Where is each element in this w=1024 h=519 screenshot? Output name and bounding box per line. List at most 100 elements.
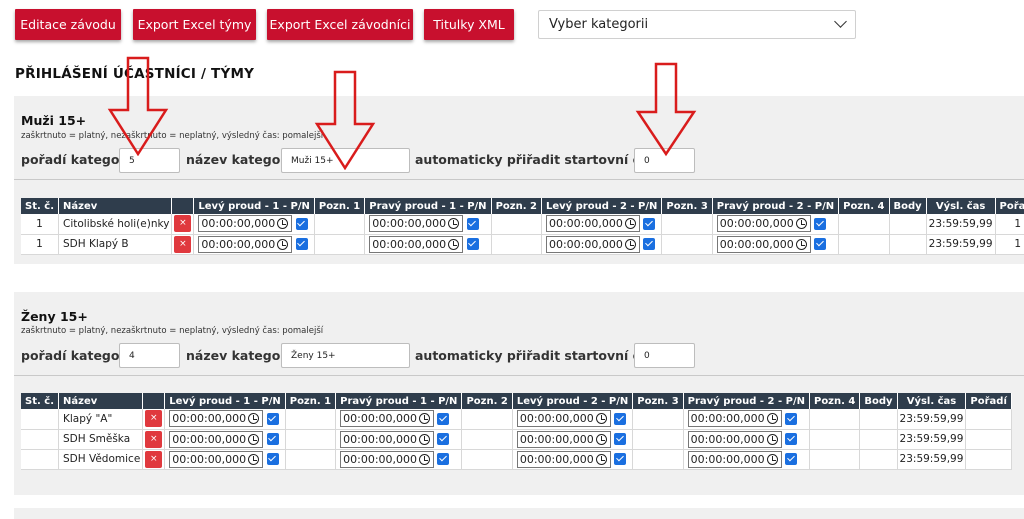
time-input[interactable]: 00:00:00,000 bbox=[687, 430, 782, 448]
clock-icon[interactable] bbox=[766, 413, 778, 425]
valid-checkbox[interactable] bbox=[614, 412, 627, 425]
clock-icon[interactable] bbox=[766, 453, 778, 465]
time-input[interactable]: 00:00:00,000 bbox=[198, 235, 293, 253]
time-input[interactable]: 00:00:00,000 bbox=[516, 410, 611, 428]
remove-button[interactable]: × bbox=[174, 235, 192, 253]
time-input[interactable]: 00:00:00,000 bbox=[545, 215, 640, 233]
col-header: Pozn. 1 bbox=[285, 393, 337, 409]
time-input[interactable]: 00:00:00,000 bbox=[516, 430, 611, 448]
clock-icon[interactable] bbox=[595, 433, 607, 445]
clock-icon[interactable] bbox=[248, 433, 260, 445]
valid-checkbox[interactable] bbox=[785, 412, 798, 425]
clock-icon[interactable] bbox=[448, 238, 460, 250]
time-value: 00:00:00,000 bbox=[519, 452, 594, 466]
time-input[interactable]: 00:00:00,000 bbox=[516, 450, 611, 468]
category-title: Muži 15+ bbox=[21, 113, 87, 128]
clock-icon[interactable] bbox=[624, 238, 636, 250]
rank bbox=[965, 449, 1012, 470]
valid-checkbox[interactable] bbox=[643, 217, 656, 230]
valid-checkbox[interactable] bbox=[437, 412, 450, 425]
clock-icon[interactable] bbox=[766, 433, 778, 445]
clock-icon[interactable] bbox=[624, 218, 636, 230]
toolbar: Editace závodu Export Excel týmy Export … bbox=[15, 9, 1015, 40]
category-panel bbox=[14, 508, 1024, 519]
clock-icon[interactable] bbox=[277, 238, 289, 250]
col-header: Pravý proud - 2 - P/N bbox=[712, 198, 840, 214]
time-input[interactable]: 00:00:00,000 bbox=[340, 410, 435, 428]
note-cell bbox=[314, 234, 366, 255]
clock-icon[interactable] bbox=[248, 413, 260, 425]
col-header: Název bbox=[58, 393, 144, 409]
time-input[interactable]: 00:00:00,000 bbox=[340, 450, 435, 468]
time-value: 00:00:00,000 bbox=[372, 237, 447, 251]
time-input[interactable]: 00:00:00,000 bbox=[169, 410, 264, 428]
time-input[interactable]: 00:00:00,000 bbox=[169, 430, 264, 448]
valid-checkbox[interactable] bbox=[266, 412, 279, 425]
result-time: 23:59:59,99 bbox=[926, 214, 996, 235]
time-input[interactable]: 00:00:00,000 bbox=[369, 215, 464, 233]
valid-checkbox[interactable] bbox=[814, 238, 827, 250]
col-header: Levý proud - 2 - P/N bbox=[541, 198, 663, 214]
order-input[interactable]: 4 bbox=[119, 343, 180, 368]
clock-icon[interactable] bbox=[795, 238, 807, 250]
time-input[interactable]: 00:00:00,000 bbox=[716, 215, 811, 233]
category-title: Ženy 15+ bbox=[21, 309, 88, 324]
remove-button[interactable]: × bbox=[145, 430, 163, 448]
time-input[interactable]: 00:00:00,000 bbox=[716, 235, 811, 253]
valid-checkbox[interactable] bbox=[614, 433, 627, 445]
valid-checkbox[interactable] bbox=[785, 433, 798, 445]
clock-icon[interactable] bbox=[595, 413, 607, 425]
export-excel-teams-button[interactable]: Export Excel týmy bbox=[133, 9, 256, 40]
time-input[interactable]: 00:00:00,000 bbox=[340, 430, 435, 448]
valid-checkbox[interactable] bbox=[295, 217, 308, 230]
category-name-input[interactable]: Ženy 15+ bbox=[281, 343, 410, 368]
export-excel-competitors-button[interactable]: Export Excel závodníci bbox=[267, 9, 413, 40]
start-number: 1 bbox=[21, 214, 59, 235]
clock-icon[interactable] bbox=[795, 218, 807, 230]
rank: 1 bbox=[995, 234, 1024, 255]
col-header: Pořadí bbox=[965, 393, 1012, 409]
col-header bbox=[142, 393, 166, 409]
time-input[interactable]: 00:00:00,000 bbox=[369, 235, 464, 253]
time-input[interactable]: 00:00:00,000 bbox=[169, 450, 264, 468]
clock-icon[interactable] bbox=[248, 453, 260, 465]
clock-icon[interactable] bbox=[277, 218, 289, 230]
time-input[interactable]: 00:00:00,000 bbox=[687, 450, 782, 468]
valid-checkbox[interactable] bbox=[466, 238, 479, 250]
remove-button[interactable]: × bbox=[145, 410, 163, 428]
category-select[interactable]: Vyber kategorii bbox=[538, 10, 856, 39]
chevron-down-icon bbox=[834, 15, 847, 28]
time-input[interactable]: 00:00:00,000 bbox=[687, 410, 782, 428]
team-name: Klapý "A" bbox=[58, 409, 144, 430]
rank bbox=[965, 409, 1012, 430]
valid-checkbox[interactable] bbox=[643, 238, 656, 250]
valid-checkbox[interactable] bbox=[266, 453, 279, 465]
remove-button[interactable]: × bbox=[174, 215, 192, 233]
valid-checkbox[interactable] bbox=[814, 217, 827, 230]
valid-checkbox[interactable] bbox=[466, 217, 479, 230]
clock-icon[interactable] bbox=[595, 453, 607, 465]
clock-icon[interactable] bbox=[419, 413, 431, 425]
clock-icon[interactable] bbox=[419, 453, 431, 465]
table-row: Klapý "A" × 00:00:00,000 00:00:00,000 00… bbox=[21, 409, 1012, 430]
valid-checkbox[interactable] bbox=[614, 453, 627, 465]
clock-icon[interactable] bbox=[448, 218, 460, 230]
category-note: zaškrtnuto = platný, nezaškrtnuto = nepl… bbox=[21, 326, 324, 336]
time-input[interactable]: 00:00:00,000 bbox=[198, 215, 293, 233]
auto-number-input[interactable]: 0 bbox=[634, 343, 695, 368]
table-row: 1 SDH Klapý B × 00:00:00,000 00:00:00,00… bbox=[21, 234, 1024, 255]
time-value: 00:00:00,000 bbox=[372, 217, 447, 231]
clock-icon[interactable] bbox=[419, 433, 431, 445]
time-input[interactable]: 00:00:00,000 bbox=[545, 235, 640, 253]
valid-checkbox[interactable] bbox=[437, 453, 450, 465]
valid-checkbox[interactable] bbox=[785, 453, 798, 465]
valid-checkbox[interactable] bbox=[437, 433, 450, 445]
annotation-arrow-icon bbox=[635, 62, 697, 157]
edit-race-button[interactable]: Editace závodu bbox=[15, 9, 121, 40]
valid-checkbox[interactable] bbox=[295, 238, 308, 250]
points-cell bbox=[889, 234, 927, 255]
time-value: 00:00:00,000 bbox=[172, 432, 247, 446]
titles-xml-button[interactable]: Titulky XML bbox=[424, 9, 514, 40]
remove-button[interactable]: × bbox=[145, 450, 163, 468]
valid-checkbox[interactable] bbox=[266, 433, 279, 445]
